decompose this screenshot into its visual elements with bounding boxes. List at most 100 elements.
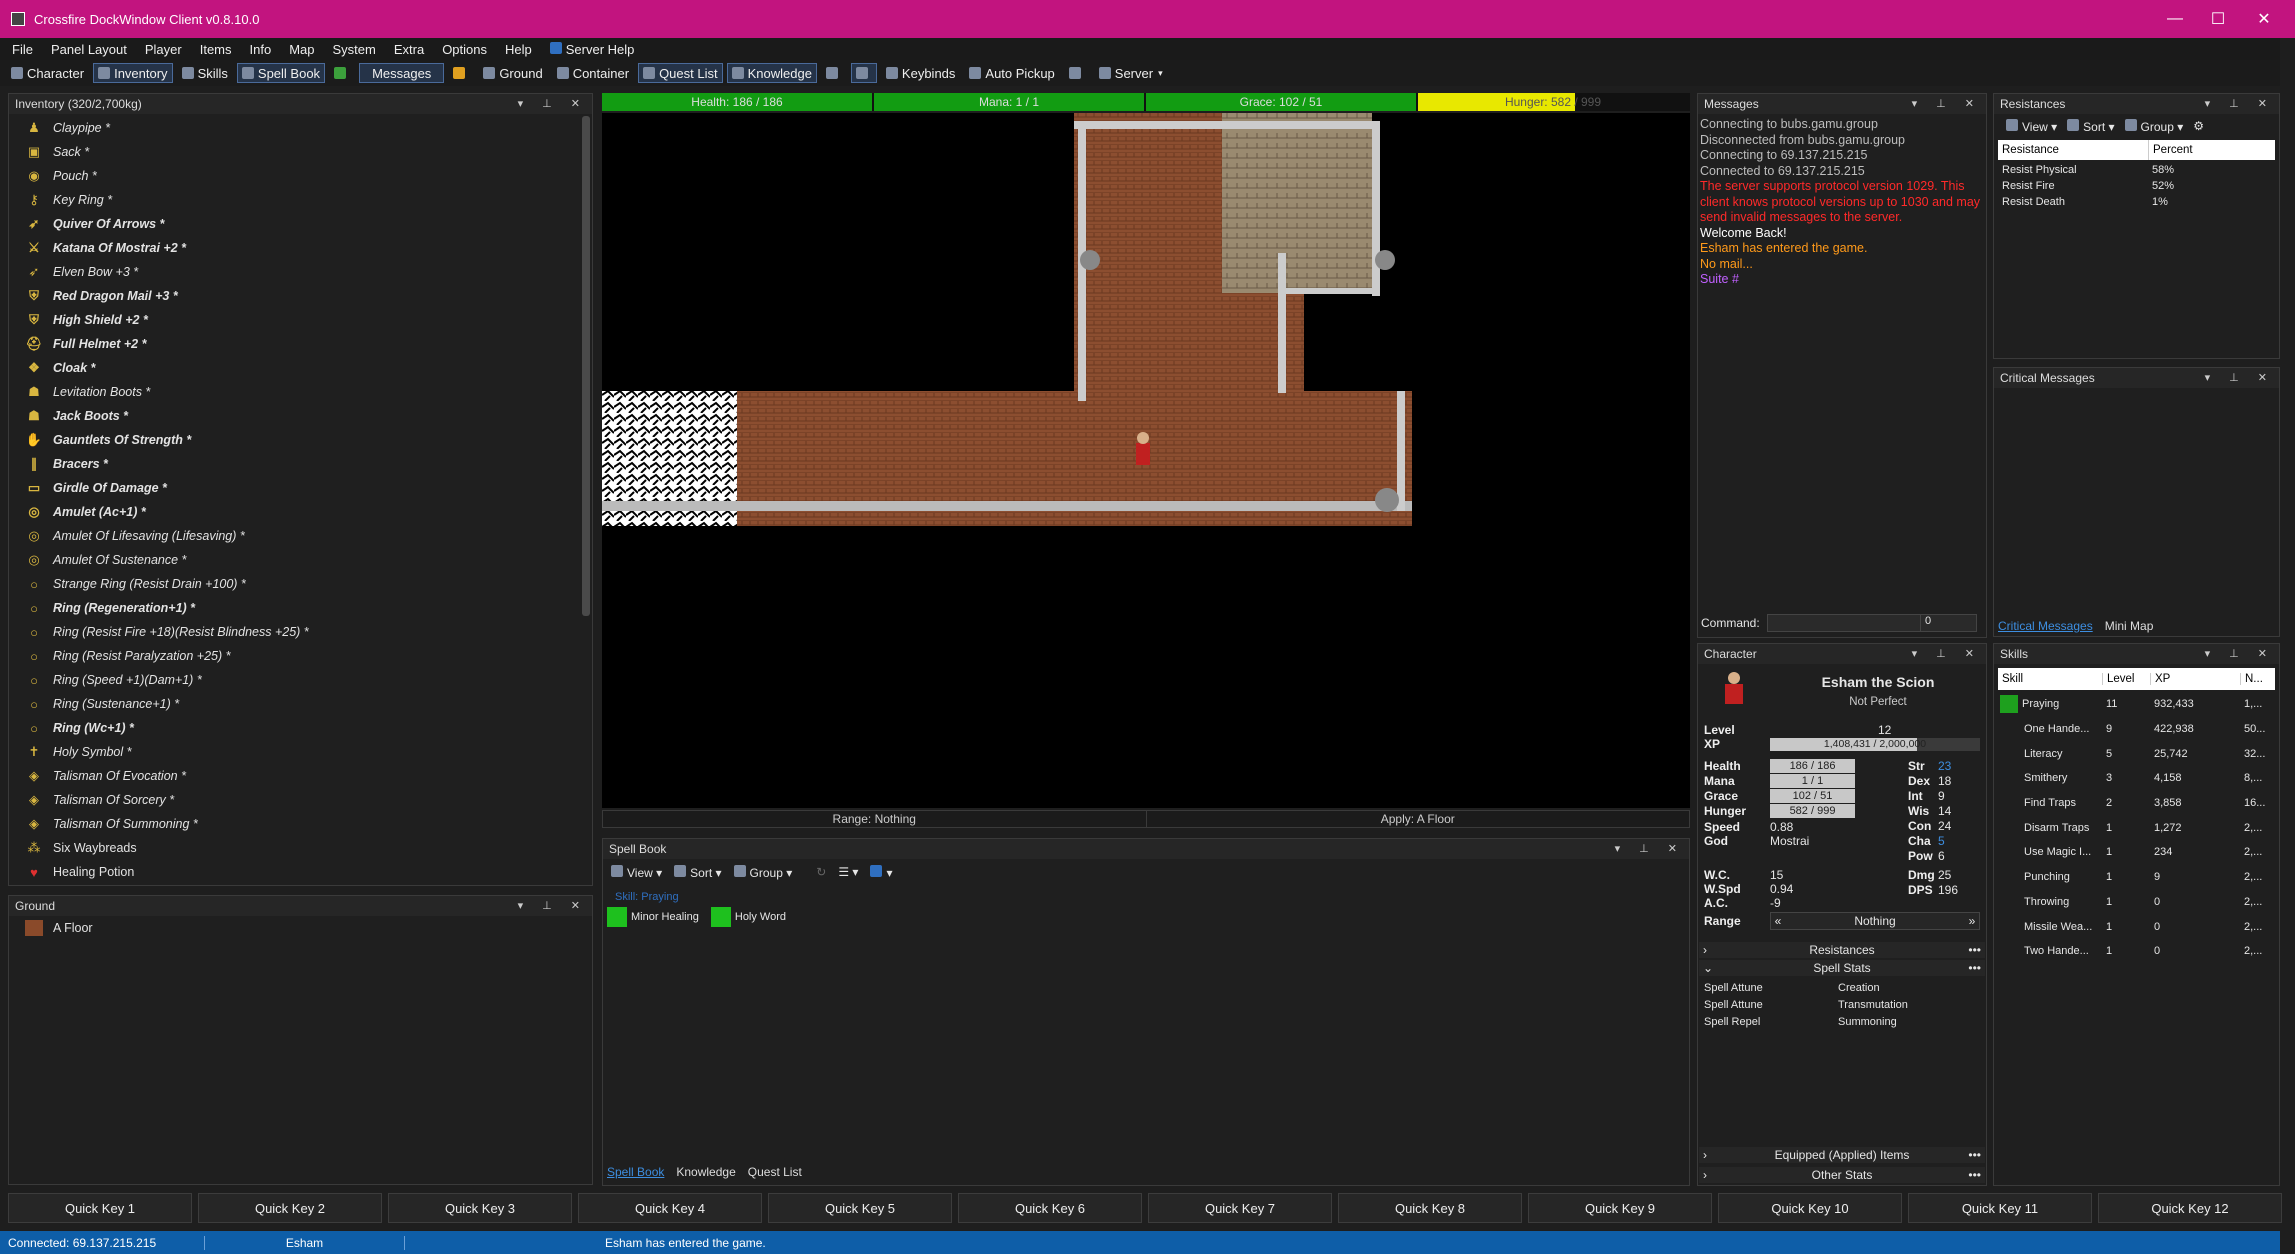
inventory-item[interactable]: ▭ Girdle Of Damage *	[9, 476, 592, 500]
skill-row[interactable]: One Hande... 9 422,938 50...	[1998, 717, 2275, 742]
range-selector[interactable]: « Nothing »	[1770, 912, 1980, 930]
inventory-item[interactable]: ☗ Jack Boots *	[9, 404, 592, 428]
inventory-item[interactable]: ➶ Elven Bow +3 *	[9, 260, 592, 284]
menu-file[interactable]: File	[12, 42, 33, 57]
skill-row[interactable]: Missile Wea... 1 0 2,...	[1998, 914, 2275, 939]
inventory-item[interactable]: ○ Ring (Wc+1) *	[9, 716, 592, 740]
skill-row[interactable]: Literacy 5 25,742 32...	[1998, 741, 2275, 766]
inventory-item[interactable]: ◈ Talisman Of Evocation *	[9, 764, 592, 788]
toolbar-spellbook-button[interactable]: Spell Book	[236, 63, 326, 83]
inventory-item[interactable]: ➶ Quiver Of Arrows *	[9, 212, 592, 236]
panel-controls[interactable]: ▾ ⊥ ✕	[2205, 647, 2275, 660]
menu-info[interactable]: Info	[250, 42, 272, 57]
tab-spellbook[interactable]: Spell Book	[607, 1165, 664, 1179]
tab-questlist[interactable]: Quest List	[748, 1165, 802, 1179]
inventory-item[interactable]: ☗ Levitation Boots *	[9, 380, 592, 404]
ground-item[interactable]: A Floor	[9, 916, 592, 940]
toolbar-questlist-button[interactable]: Quest List	[638, 63, 723, 83]
inventory-item[interactable]: ♟ Claypipe *	[9, 116, 592, 140]
spellbook-help-icon[interactable]: ▾	[870, 864, 892, 880]
panel-controls[interactable]: ▾ ⊥ ✕	[1912, 97, 1982, 110]
tab-critical-messages[interactable]: Critical Messages	[1998, 619, 2093, 633]
menu-system[interactable]: System	[333, 42, 376, 57]
inventory-item[interactable]: ⛑ Full Helmet +2 *	[9, 332, 592, 356]
skill-row[interactable]: Punching 1 9 2,...	[1998, 865, 2275, 890]
equipped-expander[interactable]: › Equipped (Applied) Items •••	[1699, 1147, 1985, 1163]
menu-server-help[interactable]: Server Help	[549, 41, 634, 57]
skill-row[interactable]: Praying 11 932,433 1,...	[1998, 692, 2275, 717]
panel-controls[interactable]: ▾ ⊥ ✕	[1912, 647, 1982, 660]
inventory-item[interactable]: ❖ Cloak *	[9, 356, 592, 380]
inventory-scrollbar[interactable]	[582, 116, 590, 616]
range-next-icon[interactable]: »	[1965, 914, 1979, 928]
toolbar-knowledge-button[interactable]: Knowledge	[726, 63, 817, 83]
menu-map[interactable]: Map	[289, 42, 314, 57]
toolbar-warning-button[interactable]	[448, 63, 474, 83]
inventory-item[interactable]: ◎ Amulet Of Sustenance *	[9, 548, 592, 572]
panel-controls[interactable]: ▾ ⊥ ✕	[518, 899, 588, 912]
menu-help[interactable]: Help	[505, 42, 532, 57]
panel-controls[interactable]: ▾ ⊥ ✕	[2205, 371, 2275, 384]
refresh-icon[interactable]: ↻	[816, 865, 826, 879]
quick-key-10[interactable]: Quick Key 10	[1718, 1193, 1902, 1223]
command-spinner[interactable]: 0	[1920, 615, 1976, 631]
inventory-item[interactable]: ◉ Pouch *	[9, 164, 592, 188]
quick-key-11[interactable]: Quick Key 11	[1908, 1193, 2092, 1223]
toolbar-character-button[interactable]: Character	[6, 63, 89, 83]
inventory-item[interactable]: ○ Ring (Speed +1)(Dam+1) *	[9, 668, 592, 692]
map-view[interactable]	[602, 113, 1690, 808]
skill-row[interactable]: Use Magic I... 1 234 2,...	[1998, 840, 2275, 865]
settings-icon[interactable]: ⚙	[2193, 119, 2204, 133]
skill-row[interactable]: Smithery 3 4,158 8,...	[1998, 766, 2275, 791]
inventory-item[interactable]: ◎ Amulet Of Lifesaving (Lifesaving) *	[9, 524, 592, 548]
menu-options[interactable]: Options	[442, 42, 487, 57]
inventory-item[interactable]: ⛨ High Shield +2 *	[9, 308, 592, 332]
inventory-item[interactable]: ○ Strange Ring (Resist Drain +100) *	[9, 572, 592, 596]
inventory-item[interactable]: ⛨ Red Dragon Mail +3 *	[9, 284, 592, 308]
menu-items[interactable]: Items	[200, 42, 232, 57]
inventory-item[interactable]: ◎ Amulet (Ac+1) *	[9, 500, 592, 524]
inventory-item[interactable]: ✝ Holy Symbol *	[9, 740, 592, 764]
spell-holy-word[interactable]: Holy Word	[710, 907, 786, 927]
quick-key-1[interactable]: Quick Key 1	[8, 1193, 192, 1223]
resist-row[interactable]: Resist Fire 52%	[1998, 178, 2275, 194]
toolbar-container-button[interactable]: Container	[552, 63, 634, 83]
inventory-item[interactable]: ∥ Bracers *	[9, 452, 592, 476]
panel-controls[interactable]: ▾ ⊥ ✕	[2205, 97, 2275, 110]
quick-key-2[interactable]: Quick Key 2	[198, 1193, 382, 1223]
menu-panel-layout[interactable]: Panel Layout	[51, 42, 127, 57]
skill-row[interactable]: Find Traps 2 3,858 16...	[1998, 791, 2275, 816]
inventory-list[interactable]: ♟ Claypipe * ▣ Sack * ◉ Pouch * ⚷ Key Ring * ➶ Qu…	[9, 114, 592, 884]
toolbar-messages-button[interactable]: Messages	[359, 63, 445, 83]
quick-key-8[interactable]: Quick Key 8	[1338, 1193, 1522, 1223]
quick-key-3[interactable]: Quick Key 3	[388, 1193, 572, 1223]
inventory-item[interactable]: ○ Ring (Sustenance+1) *	[9, 692, 592, 716]
spellbook-group-button[interactable]: Group ▾	[733, 864, 792, 880]
skill-row[interactable]: Disarm Traps 1 1,272 2,...	[1998, 815, 2275, 840]
inventory-item[interactable]: ◈ Talisman Of Summoning *	[9, 812, 592, 836]
spellstats-expander[interactable]: ⌄ Spell Stats •••	[1699, 960, 1985, 976]
range-prev-icon[interactable]: «	[1771, 914, 1785, 928]
resistances-expander[interactable]: › Resistances •••	[1699, 942, 1985, 958]
inventory-item[interactable]: ⚷ Key Ring *	[9, 188, 592, 212]
skill-row[interactable]: Two Hande... 1 0 2,...	[1998, 939, 2275, 964]
panel-controls[interactable]: ▾ ⊥ ✕	[518, 97, 588, 110]
quick-key-6[interactable]: Quick Key 6	[958, 1193, 1142, 1223]
resist-sort-button[interactable]: Sort ▾	[2067, 118, 2115, 134]
map-canvas[interactable]	[602, 113, 1690, 808]
toolbar-settings-button[interactable]	[850, 63, 877, 83]
toolbar-skills-button[interactable]: Skills	[177, 63, 233, 83]
close-button[interactable]: ✕	[2236, 0, 2292, 38]
command-input[interactable]: 0	[1767, 614, 1977, 632]
toolbar-ground-button[interactable]: Ground	[478, 63, 547, 83]
resist-group-button[interactable]: Group ▾	[2124, 118, 2183, 134]
menu-extra[interactable]: Extra	[394, 42, 424, 57]
inventory-item[interactable]: ✋ Gauntlets Of Strength *	[9, 428, 592, 452]
inventory-item[interactable]: ▣ Sack *	[9, 140, 592, 164]
toolbar-keybinds-button[interactable]: Keybinds	[881, 63, 960, 83]
quick-key-7[interactable]: Quick Key 7	[1148, 1193, 1332, 1223]
inventory-item[interactable]: ♥ Healing Potion	[9, 860, 592, 884]
quick-key-5[interactable]: Quick Key 5	[768, 1193, 952, 1223]
inventory-item[interactable]: ○ Ring (Resist Paralyzation +25) *	[9, 644, 592, 668]
spellbook-sort-button[interactable]: Sort ▾	[674, 864, 722, 880]
